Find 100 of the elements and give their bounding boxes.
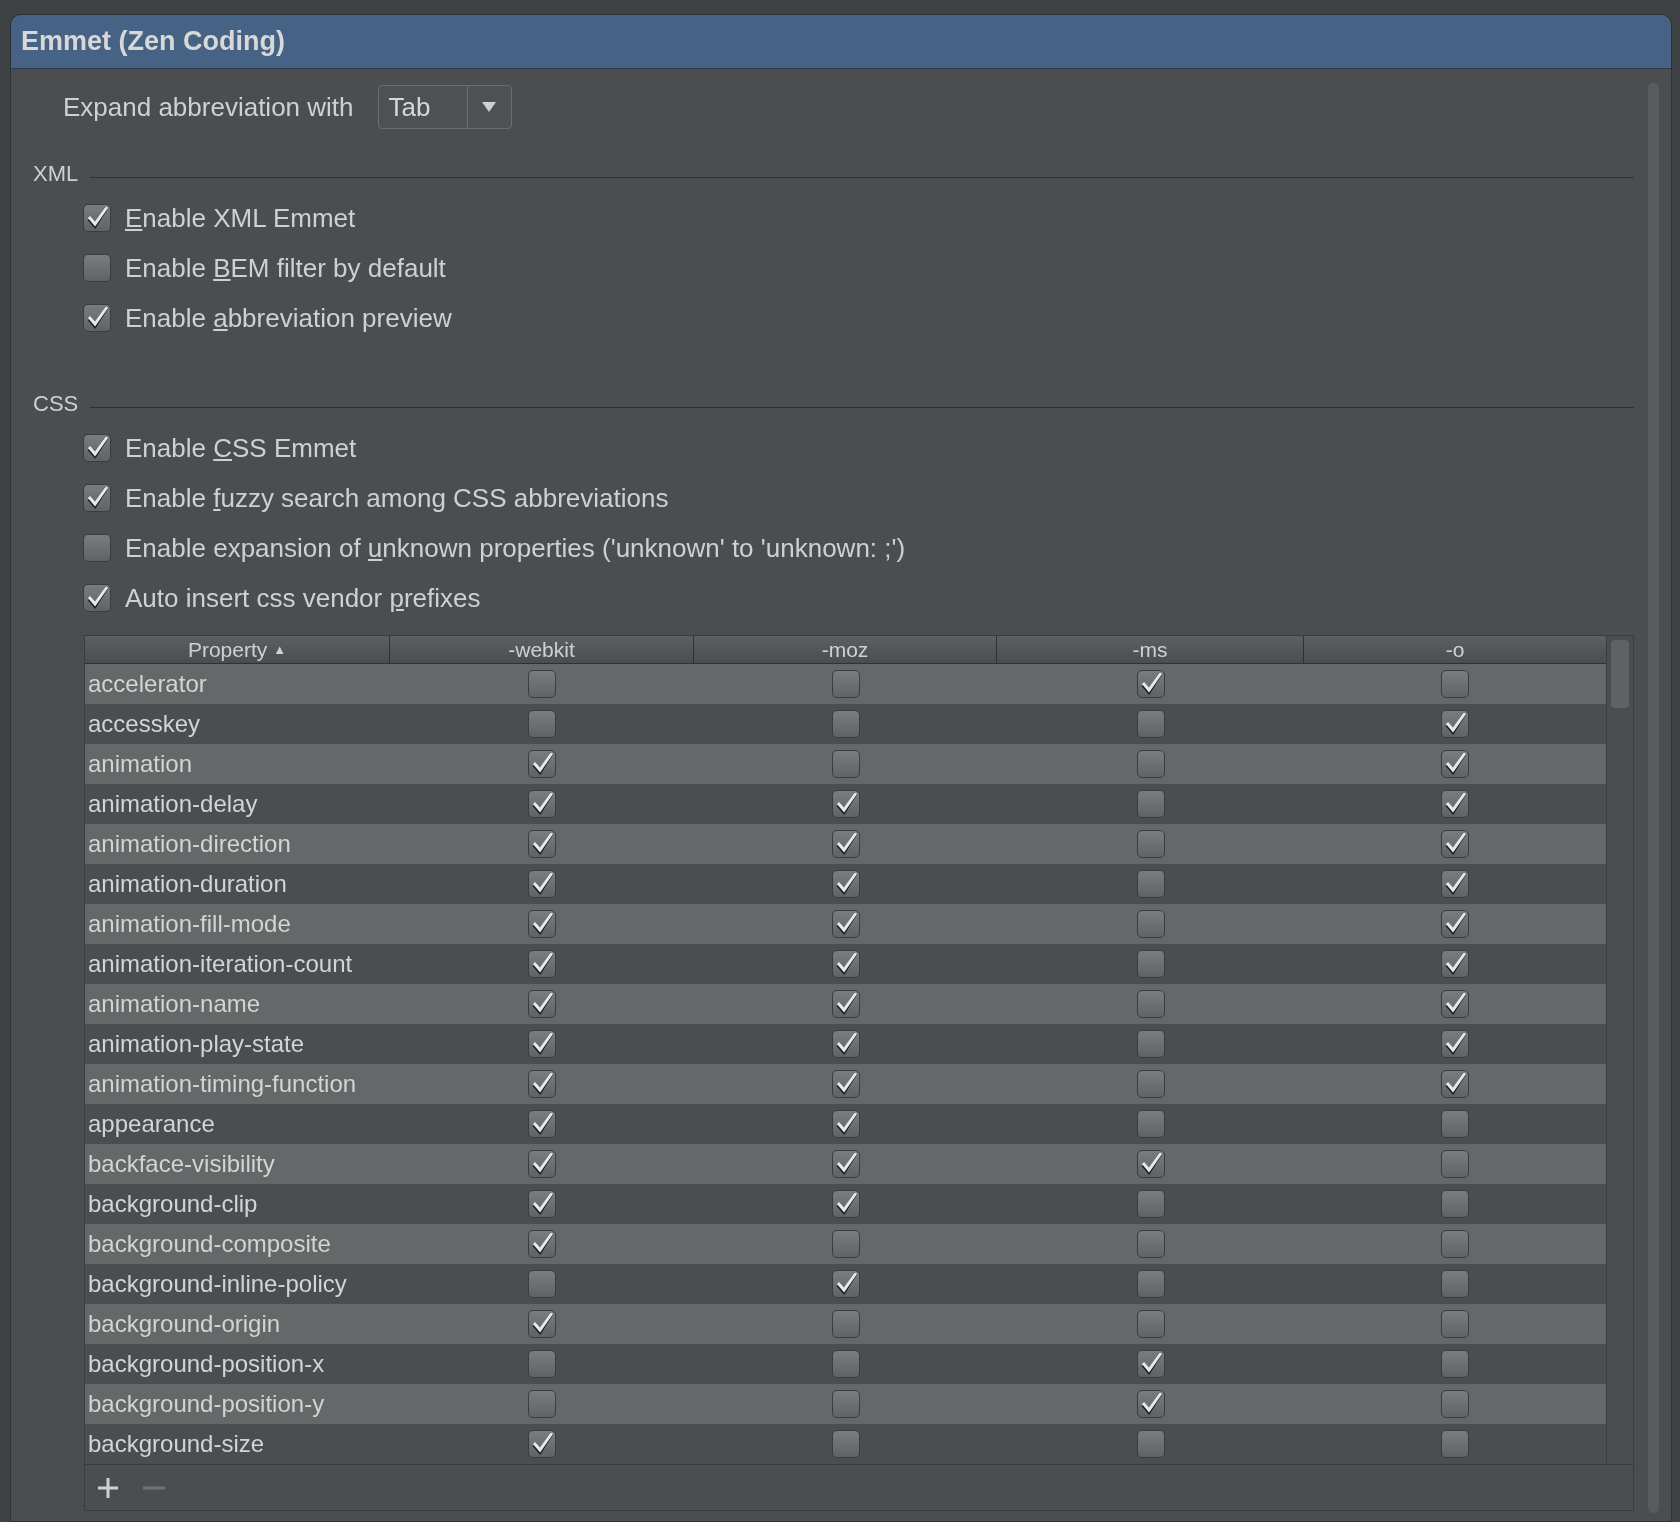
checkbox[interactable] [831,1430,860,1458]
checkbox[interactable] [1441,1230,1469,1258]
checkbox[interactable] [1441,1030,1469,1058]
checkbox[interactable] [1441,790,1469,818]
checkbox[interactable] [1441,1430,1469,1458]
checkbox[interactable] [831,670,860,698]
checkbox[interactable] [83,534,111,562]
checkbox[interactable] [528,1150,556,1178]
checkbox[interactable] [528,710,556,738]
checkbox[interactable] [831,1150,860,1178]
checkbox[interactable] [528,790,556,818]
checkbox[interactable] [831,1030,860,1058]
checkbox[interactable] [831,1110,860,1138]
checkbox[interactable] [1441,950,1469,978]
checkbox[interactable] [831,1390,860,1418]
checkbox[interactable] [1441,1390,1469,1418]
checkbox[interactable] [528,750,556,778]
checkbox[interactable] [1441,1190,1469,1218]
checkbox[interactable] [528,1030,556,1058]
checkbox[interactable] [1136,1110,1165,1138]
checkbox[interactable] [83,254,111,282]
checkbox[interactable] [1441,1070,1469,1098]
checkbox[interactable] [1441,1150,1469,1178]
checkbox[interactable] [1136,910,1165,938]
checkbox[interactable] [831,910,860,938]
checkbox[interactable] [1136,1430,1165,1458]
checkbox[interactable] [83,434,111,462]
checkbox[interactable] [1136,710,1165,738]
checkbox[interactable] [1136,1150,1165,1178]
checkbox[interactable] [528,1350,556,1378]
checkbox[interactable] [1441,910,1469,938]
checkbox[interactable] [1136,750,1165,778]
checkbox[interactable] [831,1190,860,1218]
checkbox[interactable] [831,830,860,858]
checkbox[interactable] [83,204,111,232]
checkbox[interactable] [1441,990,1469,1018]
checkbox[interactable] [831,1070,860,1098]
checkbox[interactable] [1441,1110,1469,1138]
checkbox[interactable] [528,1230,556,1258]
checkbox[interactable] [1441,1310,1469,1338]
checkbox[interactable] [1136,990,1165,1018]
checkbox[interactable] [1136,1030,1165,1058]
checkbox[interactable] [831,790,860,818]
checkbox[interactable] [528,1430,556,1458]
checkbox[interactable] [1136,1310,1165,1338]
checkbox[interactable] [1136,950,1165,978]
checkbox[interactable] [831,710,860,738]
checkbox[interactable] [831,1270,860,1298]
add-icon[interactable] [97,1476,119,1499]
checkbox[interactable] [83,304,111,332]
checkbox[interactable] [1441,830,1469,858]
checkbox[interactable] [1441,870,1469,898]
checkbox[interactable] [1136,830,1165,858]
checkbox-label[interactable]: Auto insert css vendor prefixes [125,578,481,618]
checkbox[interactable] [831,1350,860,1378]
checkbox-label[interactable]: Enable abbreviation preview [125,298,452,338]
checkbox-label[interactable]: Enable expansion of unknown properties ('unknown' to 'unknown: ;') [125,528,906,568]
expand-dropdown[interactable]: Tab [377,85,512,129]
checkbox[interactable] [831,750,860,778]
checkbox[interactable] [1136,1390,1165,1418]
checkbox[interactable] [1136,870,1165,898]
checkbox[interactable] [528,830,556,858]
checkbox[interactable] [1136,1070,1165,1098]
checkbox[interactable] [1441,1270,1469,1298]
checkbox[interactable] [528,1310,556,1338]
column-header[interactable]: -ms [997,636,1304,663]
checkbox[interactable] [831,990,860,1018]
checkbox[interactable] [528,950,556,978]
checkbox[interactable] [831,870,860,898]
checkbox-label[interactable]: Enable CSS Emmet [125,428,357,468]
checkbox[interactable] [528,1270,556,1298]
checkbox[interactable] [831,1230,860,1258]
column-header[interactable]: Property ▲ [85,636,390,663]
column-header[interactable]: -webkit [390,636,694,663]
checkbox[interactable] [528,870,556,898]
checkbox[interactable] [831,950,860,978]
column-header[interactable]: -moz [694,636,997,663]
checkbox[interactable] [1136,1270,1165,1298]
checkbox[interactable] [1136,1230,1165,1258]
checkbox-label[interactable]: Enable XML Emmet [125,198,356,238]
checkbox[interactable] [528,910,556,938]
checkbox[interactable] [528,1390,556,1418]
checkbox[interactable] [1136,790,1165,818]
checkbox[interactable] [1136,670,1165,698]
checkbox[interactable] [83,484,111,512]
checkbox-label[interactable]: Enable fuzzy search among CSS abbreviations [125,478,669,518]
checkbox[interactable] [528,990,556,1018]
checkbox[interactable] [528,1070,556,1098]
checkbox[interactable] [1441,710,1469,738]
checkbox[interactable] [831,1310,860,1338]
checkbox[interactable] [1136,1350,1165,1378]
column-header[interactable]: -o [1304,636,1606,663]
checkbox[interactable] [83,584,111,612]
checkbox[interactable] [1136,1190,1165,1218]
checkbox[interactable] [1441,1350,1469,1378]
checkbox-label[interactable]: Enable BEM filter by default [125,248,446,288]
checkbox[interactable] [1441,750,1469,778]
checkbox[interactable] [528,670,556,698]
checkbox[interactable] [1441,670,1469,698]
checkbox[interactable] [528,1190,556,1218]
